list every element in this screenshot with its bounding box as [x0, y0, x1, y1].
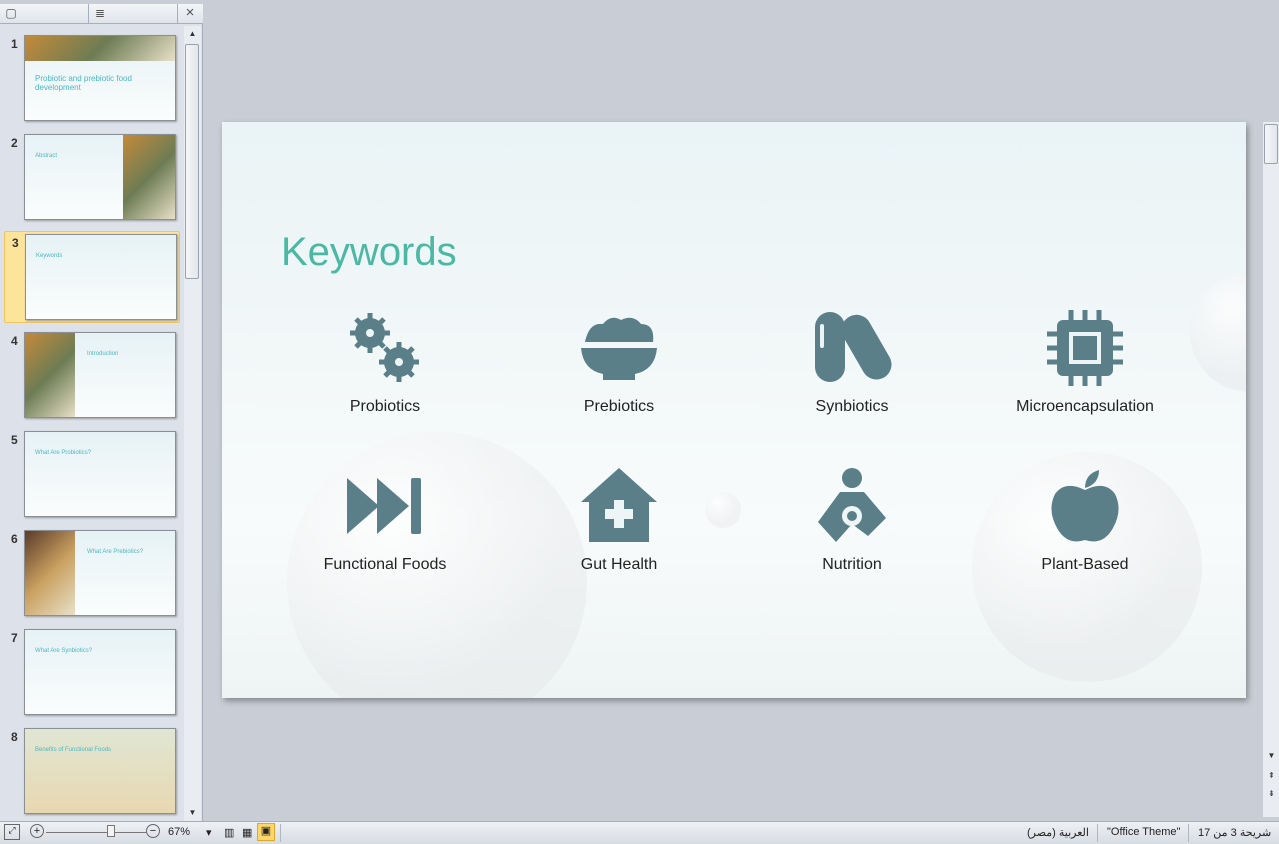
- slide-thumbnail-7[interactable]: 7 What Are Synbiotics?: [4, 627, 180, 719]
- keyword-synbiotics: Synbiotics: [752, 308, 952, 416]
- keyword-label: Probiotics: [349, 398, 421, 415]
- keyword-label: Synbiotics: [815, 398, 889, 415]
- apple-icon: [1051, 470, 1119, 542]
- slide-number: 2: [11, 136, 18, 150]
- slide-number: 3: [12, 236, 19, 250]
- keyword-label: Plant-Based: [1041, 556, 1129, 573]
- keyword-label: Microencapsulation: [1016, 398, 1154, 415]
- fit-to-window-button[interactable]: ⤢: [4, 824, 20, 840]
- zoom-out-button[interactable]: −: [146, 824, 160, 838]
- keyword-prebiotics: Prebiotics: [519, 308, 719, 416]
- bacteria-icon: [350, 313, 419, 382]
- next-slide-button[interactable]: ⇟: [1263, 786, 1279, 802]
- theme-name[interactable]: "Office Theme": [1107, 826, 1180, 838]
- zoom-level[interactable]: 67%: [168, 826, 190, 838]
- thumbnail-title: What Are Probiotics?: [35, 450, 92, 456]
- chip-icon: [1047, 310, 1123, 386]
- slide-number: 8: [11, 730, 18, 744]
- keyword-microencapsulation: Microencapsulation: [985, 308, 1185, 416]
- slide-title[interactable]: Keywords: [281, 230, 457, 275]
- keyword-gut-health: Gut Health: [519, 466, 719, 574]
- slide-thumbnail-6[interactable]: 6 What Are Prebiotics?: [4, 528, 180, 620]
- keyword-plant-based: Plant-Based: [985, 466, 1185, 574]
- keyword-label: Prebiotics: [583, 398, 655, 415]
- slide-thumbnail-4[interactable]: 4 Introduction: [4, 330, 180, 422]
- slide-thumbnail-1[interactable]: 1 Probiotic and prebiotic food developmen…: [4, 33, 180, 125]
- scrollbar-thumb[interactable]: [1264, 124, 1278, 164]
- scroll-down-button[interactable]: ▼: [184, 805, 201, 821]
- scroll-down-button[interactable]: ▼: [1263, 748, 1279, 764]
- slide-thumbnail-2[interactable]: 2 Abstract: [4, 132, 180, 224]
- slide-number: 1: [11, 37, 18, 51]
- slide-3[interactable]: Keywords Probiotics Prebiotics Synbiotic…: [222, 122, 1246, 698]
- slide-number: 6: [11, 532, 18, 546]
- bowl-icon: [581, 317, 657, 380]
- thumbnail-title: Introduction: [87, 351, 119, 357]
- slide-show-view-button[interactable]: ▾: [206, 826, 212, 839]
- outline-icon: ≣: [94, 6, 106, 20]
- zoom-slider[interactable]: [46, 832, 146, 833]
- keyword-nutrition: Nutrition: [752, 466, 952, 574]
- scrollbar-thumb[interactable]: [185, 44, 199, 279]
- person-holding-heart-icon: [818, 468, 886, 542]
- slide-thumbnail-5[interactable]: 5 What Are Probiotics?: [4, 429, 180, 521]
- pills-icon: [815, 312, 892, 382]
- thumbnail-title: Probiotic and prebiotic food development: [35, 74, 132, 92]
- thumbnail-title: What Are Synbiotics?: [35, 648, 93, 654]
- thumbnail-title: Benefits of Functional Foods: [35, 747, 112, 753]
- close-panel-button[interactable]: ×: [183, 5, 197, 20]
- keyword-probiotics: Probiotics: [285, 308, 485, 416]
- keyword-label: Nutrition: [822, 556, 882, 573]
- slide-counter: شريحة 3 من 17: [1198, 827, 1272, 839]
- keyword-label: Functional Foods: [323, 556, 447, 573]
- keyword-functional-foods: Functional Foods: [285, 466, 485, 574]
- zoom-in-button[interactable]: +: [30, 824, 44, 838]
- normal-view-button[interactable]: ▣: [257, 823, 275, 841]
- zoom-slider-thumb[interactable]: [107, 825, 115, 837]
- slide-scrollbar[interactable]: ▼ ⇞ ⇟: [1263, 122, 1279, 817]
- panel-scrollbar[interactable]: ▲ ▼: [184, 26, 201, 821]
- panel-header: ▢ ≣ ×: [0, 4, 203, 24]
- slide-number: 5: [11, 433, 18, 447]
- language-indicator[interactable]: العربية (مصر): [1027, 826, 1089, 839]
- fast-forward-icon: [347, 478, 421, 534]
- slides-panel: ▢ ≣ × 1 Probiotic and prebiotic food deve…: [0, 4, 203, 821]
- slide-thumbnail-8[interactable]: 8 Benefits of Functional Foods: [4, 726, 180, 818]
- thumbnail-title: Abstract: [35, 153, 58, 159]
- thumbnail-title: Keywords: [36, 253, 63, 259]
- slides-tab[interactable]: ▢: [4, 6, 18, 20]
- status-bar: ⤢ + − 67% ▾ ▥ ▦ ▣ العربية (مصر) "Office …: [0, 821, 1279, 844]
- reading-view-button[interactable]: ▥: [224, 826, 234, 839]
- outline-tab[interactable]: ≣: [88, 4, 178, 24]
- keyword-label: Gut Health: [580, 556, 658, 573]
- house-medical-icon: [581, 468, 657, 542]
- slide-thumbnail-3[interactable]: 3 Keywords: [4, 231, 180, 323]
- slide-sorter-view-button[interactable]: ▦: [242, 826, 252, 839]
- slide-number: 4: [11, 334, 18, 348]
- slide-number: 7: [11, 631, 18, 645]
- scroll-up-button[interactable]: ▲: [184, 26, 201, 42]
- previous-slide-button[interactable]: ⇞: [1263, 768, 1279, 784]
- thumbnail-title: What Are Prebiotics?: [87, 549, 144, 555]
